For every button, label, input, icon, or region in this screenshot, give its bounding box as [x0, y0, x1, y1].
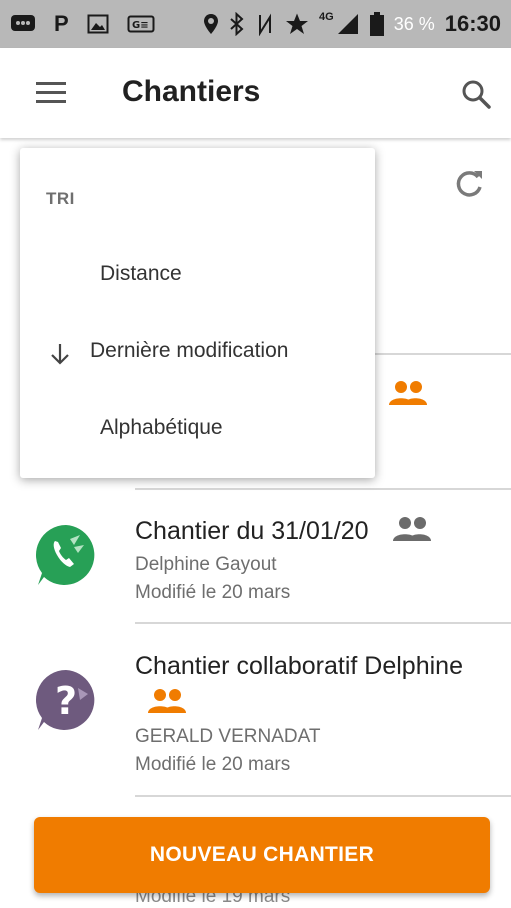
- question-icon: ?: [35, 670, 95, 730]
- nfc-icon: [259, 13, 271, 36]
- sort-option-distance[interactable]: Distance: [20, 246, 375, 306]
- menu-icon[interactable]: [36, 82, 66, 104]
- arrow-down-icon: [51, 344, 69, 365]
- sort-menu-header: TRI: [46, 189, 75, 208]
- item-title: Chantier collaboratif Delphine: [135, 652, 463, 680]
- app-bar: Chantiers: [0, 48, 511, 138]
- item-title: Chantier du 31/01/20: [135, 517, 369, 545]
- signal-icon: [337, 14, 358, 34]
- svg-text:?: ?: [55, 679, 77, 723]
- status-right-icons: 4G 36 % 16:30: [203, 10, 501, 38]
- item-author: Delphine Gayout: [135, 554, 277, 575]
- sort-menu: TRI Distance Dernière modification Alpha…: [20, 148, 375, 478]
- sort-option-label: Distance: [100, 262, 182, 285]
- sort-option-label: Dernière modification: [90, 339, 289, 362]
- refresh-icon[interactable]: [452, 168, 486, 202]
- clock: 16:30: [444, 11, 501, 36]
- shared-group-icon: [393, 517, 431, 541]
- parking-icon: P: [54, 11, 69, 36]
- list-divider: [135, 622, 511, 624]
- chat-icon: [11, 15, 35, 31]
- battery-icon: [369, 12, 384, 36]
- item-modified: Modifié le 20 mars: [135, 582, 291, 603]
- network-type: 4G: [319, 11, 334, 23]
- phone-icon: [35, 525, 95, 585]
- item-modified: Modifié le 20 mars: [135, 754, 291, 775]
- svg-text:G≡: G≡: [132, 20, 149, 31]
- new-chantier-button[interactable]: NOUVEAU CHANTIER: [34, 817, 490, 893]
- battery-percent: 36 %: [393, 13, 435, 34]
- page-title: Chantiers: [122, 75, 261, 108]
- bluetooth-icon: [230, 12, 244, 36]
- list-divider: [135, 488, 511, 490]
- sort-option-alphabetical[interactable]: Alphabétique: [20, 400, 375, 460]
- sort-option-last-modified[interactable]: Dernière modification: [20, 323, 375, 383]
- shared-group-icon: [148, 689, 186, 713]
- status-left-icons: P G≡: [10, 10, 155, 38]
- star-icon: [286, 13, 308, 34]
- list-divider: [135, 795, 511, 797]
- status-bar: P G≡ 4G 36 % 16:30: [0, 0, 511, 48]
- sort-option-label: Alphabétique: [100, 416, 223, 439]
- item-author: GERALD VERNADAT: [135, 726, 321, 747]
- shared-group-icon: [389, 381, 427, 405]
- image-icon: [87, 14, 109, 34]
- location-icon: [204, 14, 218, 34]
- card-icon: G≡: [127, 15, 155, 33]
- search-icon[interactable]: [460, 78, 492, 110]
